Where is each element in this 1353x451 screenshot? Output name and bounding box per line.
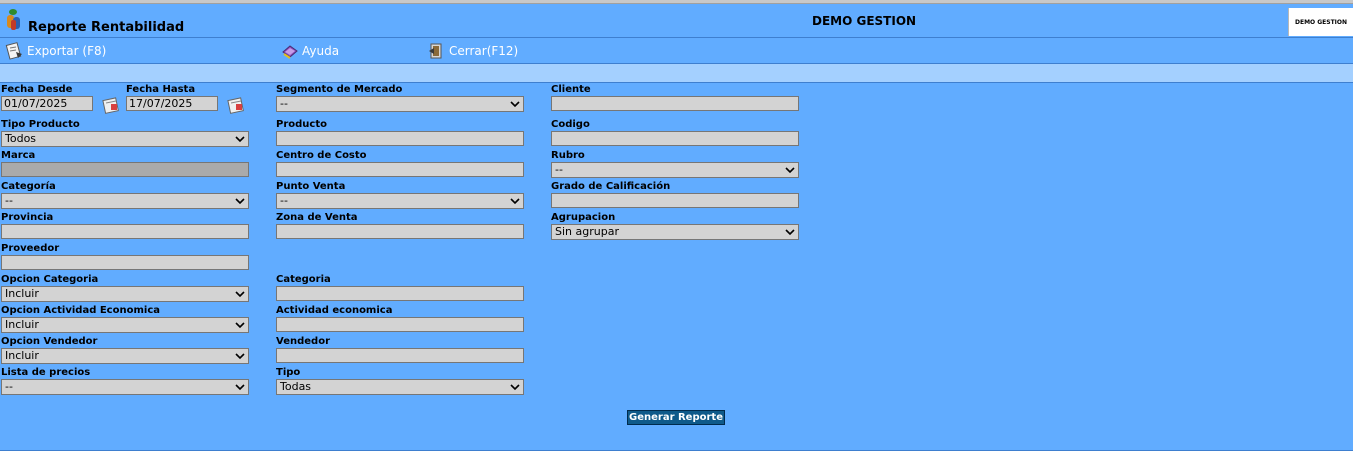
- punto-venta-select[interactable]: --: [276, 193, 524, 209]
- opcion-vendedor-label: Opcion Vendedor: [1, 336, 98, 347]
- chevron-down-icon: [510, 384, 520, 391]
- centro-costo-label: Centro de Costo: [276, 150, 367, 161]
- opcion-actividad-label: Opcion Actividad Economica: [1, 305, 160, 316]
- codigo-input[interactable]: [551, 131, 799, 146]
- tipo-label: Tipo: [276, 367, 301, 378]
- tipo-producto-label: Tipo Producto: [1, 119, 80, 130]
- chevron-down-icon: [235, 353, 245, 360]
- codigo-label: Codigo: [551, 119, 590, 130]
- tipo-select[interactable]: Todas: [276, 379, 524, 395]
- opcion-categoria-value: Incluir: [5, 287, 39, 300]
- help-icon: [282, 45, 298, 59]
- producto-label: Producto: [276, 119, 327, 130]
- provincia-input[interactable]: [1, 224, 249, 239]
- fecha-hasta-label: Fecha Hasta: [126, 84, 196, 95]
- fecha-desde-input[interactable]: 01/07/2025: [1, 96, 93, 111]
- segmento-value: --: [280, 97, 288, 110]
- company-logo-text: DEMO GESTION: [1294, 18, 1348, 26]
- opcion-actividad-value: Incluir: [5, 318, 39, 331]
- cliente-label: Cliente: [551, 84, 591, 95]
- header-bar: Reporte Rentabilidad DEMO GESTION DEMO G…: [0, 4, 1353, 38]
- actividad-label: Actividad economica: [276, 305, 393, 316]
- tipo-producto-select[interactable]: Todos: [1, 131, 249, 147]
- company-logo: DEMO GESTION: [1288, 8, 1353, 36]
- chevron-down-icon: [235, 136, 245, 143]
- chevron-down-icon: [510, 101, 520, 108]
- chevron-down-icon: [510, 198, 520, 205]
- generate-report-button[interactable]: Generar Reporte: [627, 410, 725, 425]
- categoria-label: Categoría: [1, 181, 56, 192]
- calendar-icon[interactable]: [227, 96, 245, 114]
- agrupacion-select[interactable]: Sin agrupar: [551, 224, 799, 240]
- help-label: Ayuda: [302, 44, 340, 58]
- categoria2-input[interactable]: [276, 286, 524, 301]
- opcion-categoria-select[interactable]: Incluir: [1, 286, 249, 302]
- chevron-down-icon: [235, 198, 245, 205]
- help-button[interactable]: Ayuda: [281, 42, 339, 60]
- toolbar: Exportar (F8) Ayuda Cerrar(F12): [0, 38, 1353, 64]
- close-icon: [429, 43, 442, 59]
- chevron-down-icon: [235, 291, 245, 298]
- close-label: Cerrar(F12): [449, 44, 519, 58]
- segmento-label: Segmento de Mercado: [276, 84, 403, 95]
- marca-label: Marca: [1, 150, 36, 161]
- opcion-actividad-select[interactable]: Incluir: [1, 317, 249, 333]
- marca-input[interactable]: [1, 162, 249, 177]
- info-strip: [0, 64, 1353, 83]
- fecha-hasta-input[interactable]: 17/07/2025: [126, 96, 218, 111]
- categoria2-label: Categoria: [276, 274, 331, 285]
- agrupacion-label: Agrupacion: [551, 212, 616, 223]
- agrupacion-value: Sin agrupar: [555, 225, 619, 238]
- chevron-down-icon: [785, 167, 795, 174]
- company-name: DEMO GESTION: [812, 14, 917, 28]
- categoria-select[interactable]: --: [1, 193, 249, 209]
- actividad-input[interactable]: [276, 317, 524, 332]
- segmento-select[interactable]: --: [276, 96, 524, 112]
- rubro-label: Rubro: [551, 150, 585, 161]
- rubro-value: --: [555, 163, 563, 176]
- proveedor-input[interactable]: [1, 255, 249, 270]
- provincia-label: Provincia: [1, 212, 54, 223]
- opcion-categoria-label: Opcion Categoria: [1, 274, 99, 285]
- filter-form: Fecha Desde 01/07/2025 Fecha Hasta 17/07…: [0, 83, 1353, 451]
- export-button[interactable]: Exportar (F8): [4, 42, 106, 60]
- chevron-down-icon: [785, 229, 795, 236]
- cliente-input[interactable]: [551, 96, 799, 111]
- grado-label: Grado de Calificación: [551, 181, 671, 192]
- lista-precios-label: Lista de precios: [1, 367, 91, 378]
- app-icon: [4, 8, 24, 36]
- lista-precios-select[interactable]: --: [1, 379, 249, 395]
- chevron-down-icon: [235, 322, 245, 329]
- lista-precios-value: --: [5, 380, 13, 393]
- page-title: Reporte Rentabilidad: [28, 20, 185, 35]
- opcion-vendedor-select[interactable]: Incluir: [1, 348, 249, 364]
- vendedor-input[interactable]: [276, 348, 524, 363]
- tipo-producto-value: Todos: [5, 132, 37, 145]
- producto-input[interactable]: [276, 131, 524, 146]
- grado-input[interactable]: [551, 193, 799, 208]
- proveedor-label: Proveedor: [1, 243, 60, 254]
- rubro-select[interactable]: --: [551, 162, 799, 178]
- tipo-value: Todas: [280, 380, 312, 393]
- zona-venta-input[interactable]: [276, 224, 524, 239]
- categoria-value: --: [5, 194, 13, 207]
- close-button[interactable]: Cerrar(F12): [426, 42, 518, 60]
- opcion-vendedor-value: Incluir: [5, 349, 39, 362]
- chevron-down-icon: [235, 384, 245, 391]
- export-label: Exportar (F8): [27, 44, 107, 58]
- fecha-desde-label: Fecha Desde: [1, 84, 73, 95]
- calendar-icon[interactable]: [102, 96, 120, 114]
- zona-venta-label: Zona de Venta: [276, 212, 358, 223]
- export-icon: [5, 42, 22, 60]
- centro-costo-input[interactable]: [276, 162, 524, 177]
- punto-venta-value: --: [280, 194, 288, 207]
- vendedor-label: Vendedor: [276, 336, 330, 347]
- punto-venta-label: Punto Venta: [276, 181, 346, 192]
